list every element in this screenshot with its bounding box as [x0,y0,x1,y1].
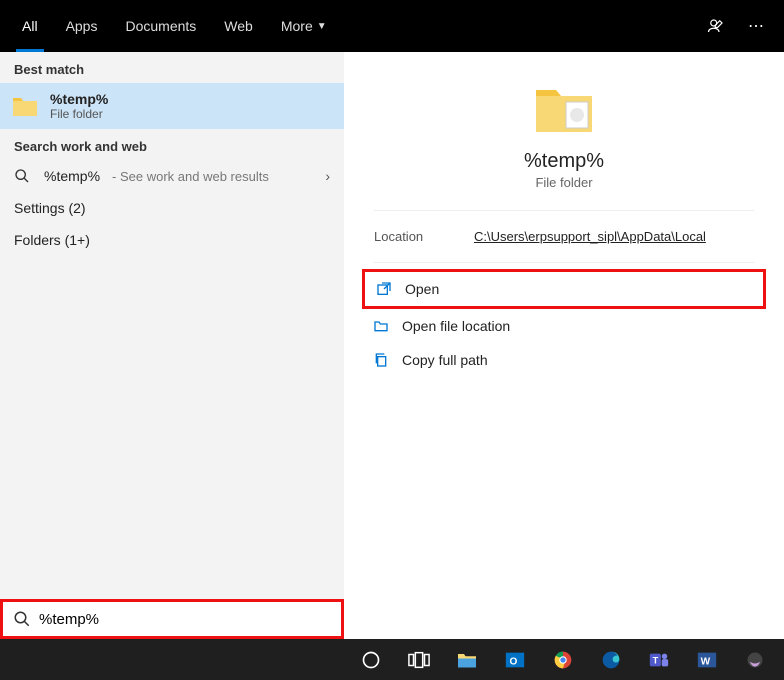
more-options-icon[interactable]: ⋯ [736,0,776,52]
section-search-work-web: Search work and web [0,129,344,160]
search-tab-bar: All Apps Documents Web More ▼ ⋯ [0,0,784,52]
svg-text:W: W [701,656,711,667]
results-panel: Best match %temp% File folder Search wor… [0,52,344,639]
chevron-right-icon: › [325,168,330,184]
outlook-icon[interactable]: O [494,639,536,680]
action-open-location[interactable]: Open file location [362,309,766,343]
copy-icon [372,351,390,369]
word-icon[interactable]: W [686,639,728,680]
actions-list: Open Open file location Copy full path [362,269,766,377]
search-icon [13,610,31,628]
file-explorer-icon[interactable] [446,639,488,680]
search-icon [14,168,32,184]
preview-panel: %temp% File folder Location C:\Users\erp… [344,52,784,639]
tab-web-label: Web [224,18,253,34]
best-match-title: %temp% [50,91,108,107]
location-label: Location [374,229,474,244]
tab-web[interactable]: Web [210,0,267,52]
best-match-subtitle: File folder [50,107,108,121]
location-value[interactable]: C:\Users\erpsupport_sipl\AppData\Local [474,229,754,244]
section-best-match: Best match [0,52,344,83]
tab-more[interactable]: More ▼ [267,0,341,52]
folder-icon [10,91,40,121]
tab-documents[interactable]: Documents [111,0,210,52]
chrome-icon[interactable] [542,639,584,680]
web-result-item[interactable]: %temp% - See work and web results › [0,160,344,192]
tab-apps-label: Apps [66,18,98,34]
open-icon [375,280,393,298]
preview-location-row: Location C:\Users\erpsupport_sipl\AppDat… [374,229,754,244]
search-box[interactable] [0,599,344,639]
action-open-location-label: Open file location [402,318,510,334]
section-folders[interactable]: Folders (1+) [0,224,344,256]
folder-icon [532,82,596,136]
preview-title: %temp% [524,150,604,173]
action-open-label: Open [405,281,439,297]
action-copy-path[interactable]: Copy full path [362,343,766,377]
action-open[interactable]: Open [362,269,766,309]
svg-text:T: T [653,655,659,665]
tab-apps[interactable]: Apps [52,0,112,52]
feedback-icon[interactable] [696,0,736,52]
tab-all[interactable]: All [8,0,52,52]
folder-open-icon [372,317,390,335]
svg-text:O: O [510,656,518,667]
teams-icon[interactable]: T [638,639,680,680]
tab-more-label: More [281,18,313,34]
tab-documents-label: Documents [125,18,196,34]
search-input[interactable] [39,611,331,628]
web-result-query: %temp% [44,168,100,184]
section-settings[interactable]: Settings (2) [0,192,344,224]
app-icon[interactable] [734,639,776,680]
task-view-icon[interactable] [398,639,440,680]
taskbar: O T W [0,639,784,680]
edge-icon[interactable] [590,639,632,680]
best-match-item[interactable]: %temp% File folder [0,83,344,129]
preview-subtitle: File folder [535,175,592,190]
web-result-hint: - See work and web results [112,169,269,184]
cortana-icon[interactable] [350,639,392,680]
chevron-down-icon: ▼ [317,21,327,32]
action-copy-path-label: Copy full path [402,352,488,368]
tab-all-label: All [22,18,38,34]
